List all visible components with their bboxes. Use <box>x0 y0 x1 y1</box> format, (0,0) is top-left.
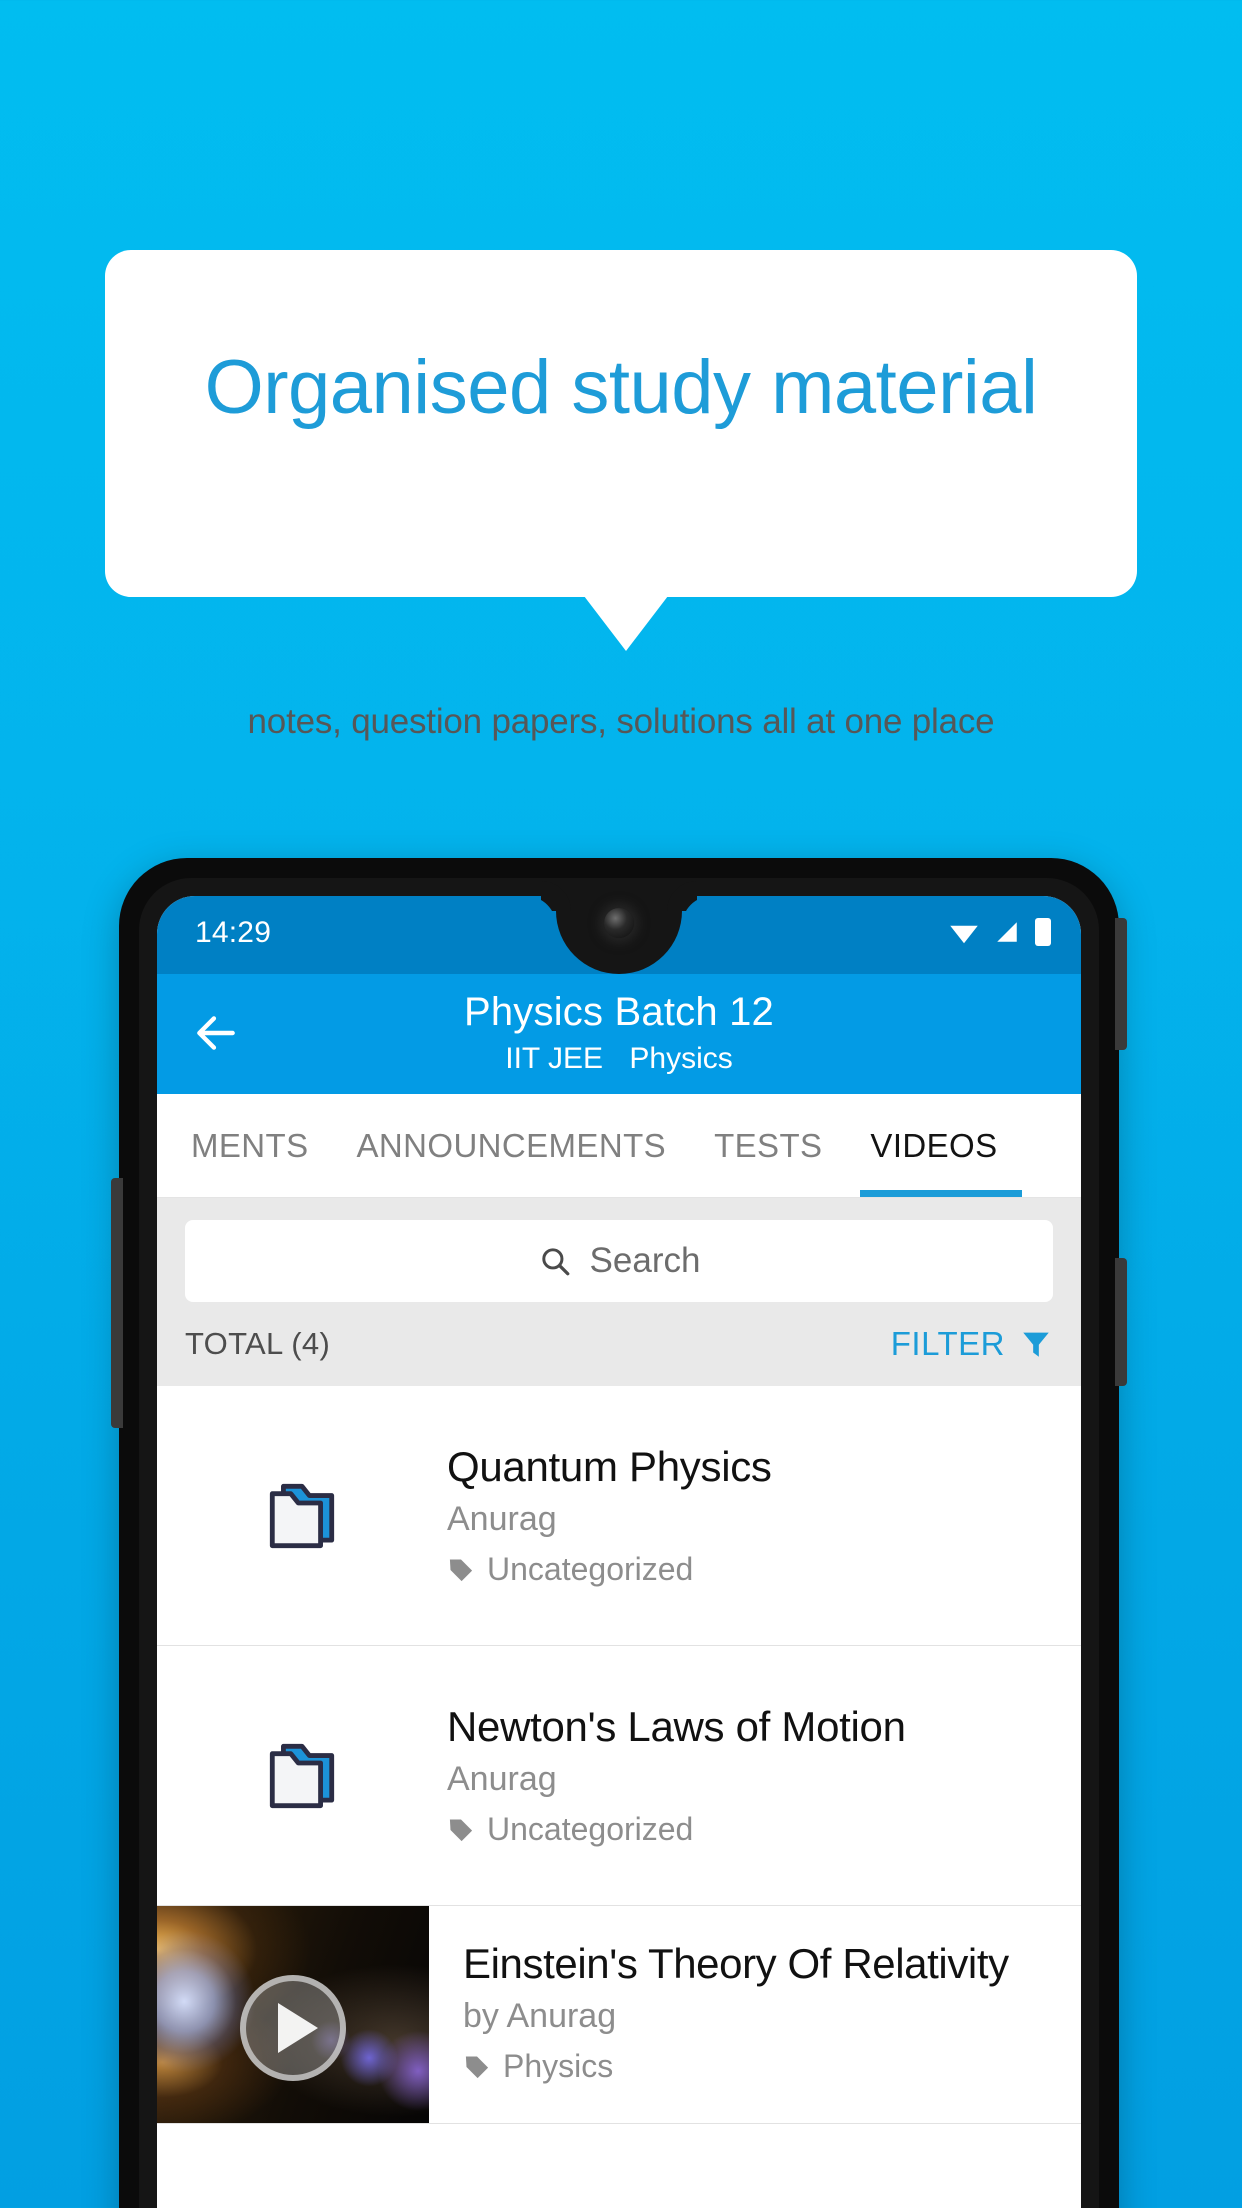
phone-assistant-button[interactable] <box>1115 1258 1127 1386</box>
list-item-title: Quantum Physics <box>447 1442 772 1490</box>
battery-icon <box>1035 918 1051 946</box>
phone-mockup: 14:29 Physics Batch 12 IIT JEE Physics M… <box>111 858 1127 2208</box>
phone-volume-button[interactable] <box>111 1178 123 1428</box>
filter-icon <box>1023 1332 1049 1357</box>
list-item-tag-label: Physics <box>503 2048 614 2084</box>
video-list: Quantum Physics Anurag Uncategorized New… <box>157 1386 1081 2124</box>
speech-bubble-tail-icon <box>584 596 668 651</box>
list-item-author: by Anurag <box>463 1997 617 2035</box>
signal-icon <box>997 922 1017 942</box>
list-item-body: Newton's Laws of Motion Anurag Uncategor… <box>447 1703 1081 1848</box>
app-bar: Physics Batch 12 IIT JEE Physics <box>157 974 1081 1094</box>
promo-title: Organised study material <box>204 345 1038 430</box>
list-item-tag: Uncategorized <box>447 1811 1057 1848</box>
search-section: Search <box>157 1198 1081 1302</box>
tag-icon <box>465 2056 489 2078</box>
front-camera-icon <box>604 908 634 938</box>
tag-icon <box>449 1559 473 1581</box>
list-item-icon-cell <box>157 1477 447 1555</box>
list-item-author: Anurag <box>447 1500 557 1539</box>
filter-button[interactable]: FILTER <box>891 1325 1053 1363</box>
tab-videos[interactable]: VIDEOS <box>846 1094 1022 1197</box>
list-item-tag-label: Uncategorized <box>487 1551 694 1588</box>
play-triangle-icon <box>278 2002 318 2053</box>
search-placeholder: Search <box>589 1241 701 1280</box>
list-item-body: Quantum Physics Anurag Uncategorized <box>447 1443 1081 1588</box>
status-time: 14:29 <box>195 916 272 949</box>
breadcrumb-course: IIT JEE <box>505 1042 604 1075</box>
page-title: Physics Batch 12 <box>463 990 775 1034</box>
play-icon[interactable] <box>240 1974 346 2081</box>
list-item[interactable]: Einstein's Theory Of Relativity by Anura… <box>157 1906 1081 2124</box>
list-item-tag-label: Uncategorized <box>487 1811 694 1848</box>
tab-assignments[interactable]: MENTS <box>191 1094 333 1197</box>
list-item-icon-cell <box>157 1737 447 1815</box>
wifi-icon <box>950 925 978 944</box>
breadcrumb-subject: Physics <box>629 1042 733 1075</box>
tab-bar: MENTS ANNOUNCEMENTS TESTS VIDEOS <box>157 1094 1081 1198</box>
phone-bezel: 14:29 Physics Batch 12 IIT JEE Physics M… <box>139 878 1099 2208</box>
total-count-label: TOTAL (4) <box>185 1326 331 1361</box>
tab-announcements[interactable]: ANNOUNCEMENTS <box>333 1094 691 1197</box>
list-item-author: Anurag <box>447 1760 557 1799</box>
list-item-title: Einstein's Theory Of Relativity <box>463 1940 1009 1987</box>
search-icon <box>541 1248 569 1276</box>
status-icon-group <box>949 918 1051 946</box>
tag-icon <box>449 1819 473 1841</box>
list-item[interactable]: Newton's Laws of Motion Anurag Uncategor… <box>157 1646 1081 1906</box>
list-item-tag: Uncategorized <box>447 1551 1057 1588</box>
folder-icon <box>269 1743 335 1808</box>
promo-subtitle: notes, question papers, solutions all at… <box>247 702 995 741</box>
list-item-tag: Physics <box>463 2048 1057 2085</box>
list-item-title: Newton's Laws of Motion <box>447 1702 906 1750</box>
phone-power-button[interactable] <box>1115 918 1127 1050</box>
video-thumbnail[interactable] <box>157 1906 429 2123</box>
search-input[interactable]: Search <box>185 1220 1053 1302</box>
phone-screen: 14:29 Physics Batch 12 IIT JEE Physics M… <box>157 896 1081 2208</box>
list-item[interactable]: Quantum Physics Anurag Uncategorized <box>157 1386 1081 1646</box>
list-toolbar: TOTAL (4) FILTER <box>157 1302 1081 1386</box>
promo-speech-bubble: Organised study material notes, question… <box>105 250 1137 741</box>
breadcrumb: IIT JEE Physics <box>157 1042 1081 1076</box>
list-item-body: Einstein's Theory Of Relativity by Anura… <box>429 1906 1081 2123</box>
filter-label: FILTER <box>890 1325 1005 1362</box>
folder-icon <box>269 1483 335 1548</box>
tab-tests[interactable]: TESTS <box>690 1094 846 1197</box>
